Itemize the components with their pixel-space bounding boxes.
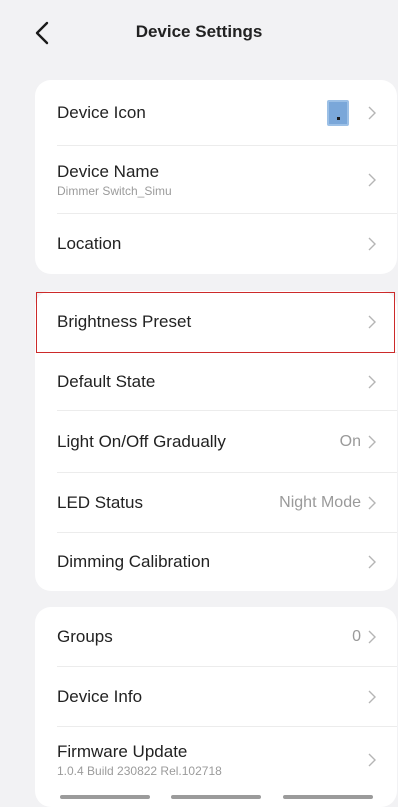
bottom-nav-indicator-center <box>171 795 261 799</box>
light-gradual-value: On <box>339 433 361 450</box>
led-status-value: Night Mode <box>279 494 361 511</box>
device-name-row[interactable]: Device Name Dimmer Switch_Simu <box>35 146 397 214</box>
default-state-label: Default State <box>57 372 156 391</box>
brightness-preset-row[interactable]: Brightness Preset <box>35 291 397 353</box>
bottom-nav-indicator-right <box>283 795 373 799</box>
location-label: Location <box>57 234 122 253</box>
device-icon-row[interactable]: Device Icon <box>35 80 397 146</box>
chevron-right-icon <box>367 314 377 330</box>
chevron-right-icon <box>367 689 377 705</box>
device-thumbnail-icon <box>327 100 349 126</box>
groups-count: 0 <box>352 628 361 645</box>
firmware-version: 1.0.4 Build 230822 Rel.102718 <box>57 764 222 778</box>
chevron-right-icon <box>367 629 377 645</box>
dimming-calibration-row[interactable]: Dimming Calibration <box>35 533 397 591</box>
brightness-preset-label: Brightness Preset <box>57 312 192 331</box>
page-title: Device Settings <box>135 22 263 41</box>
chevron-right-icon <box>367 434 377 450</box>
firmware-update-row[interactable]: Firmware Update 1.0.4 Build 230822 Rel.1… <box>35 727 397 793</box>
device-general-card: Device Icon Device Name Dimmer Switch_Si… <box>35 80 397 274</box>
header: Device Settings <box>0 0 398 66</box>
bottom-nav-indicator-left <box>60 795 150 799</box>
led-status-label: LED Status <box>57 493 143 512</box>
dimming-calibration-label: Dimming Calibration <box>57 552 211 571</box>
default-state-row[interactable]: Default State <box>35 353 397 411</box>
device-name-value: Dimmer Switch_Simu <box>57 184 172 198</box>
device-icon-label: Device Icon <box>57 103 146 122</box>
chevron-right-icon <box>367 374 377 390</box>
location-row[interactable]: Location <box>35 214 397 274</box>
chevron-right-icon <box>367 495 377 511</box>
device-info-card: Groups 0 Device Info Firmware Update 1.0… <box>35 607 397 807</box>
device-info-row[interactable]: Device Info <box>35 667 397 727</box>
chevron-right-icon <box>367 105 377 121</box>
light-settings-card: Brightness Preset Default State Light On… <box>35 291 397 591</box>
device-name-label: Device Name <box>57 162 160 181</box>
light-gradual-row[interactable]: Light On/Off Gradually On <box>35 411 397 473</box>
groups-row[interactable]: Groups 0 <box>35 607 397 667</box>
firmware-update-label: Firmware Update <box>57 742 188 761</box>
device-info-label: Device Info <box>57 687 143 706</box>
groups-label: Groups <box>57 627 113 646</box>
led-status-row[interactable]: LED Status Night Mode <box>35 473 397 533</box>
chevron-right-icon <box>367 236 377 252</box>
chevron-right-icon <box>367 172 377 188</box>
chevron-right-icon <box>367 554 377 570</box>
chevron-right-icon <box>367 752 377 768</box>
light-gradual-label: Light On/Off Gradually <box>57 432 226 451</box>
